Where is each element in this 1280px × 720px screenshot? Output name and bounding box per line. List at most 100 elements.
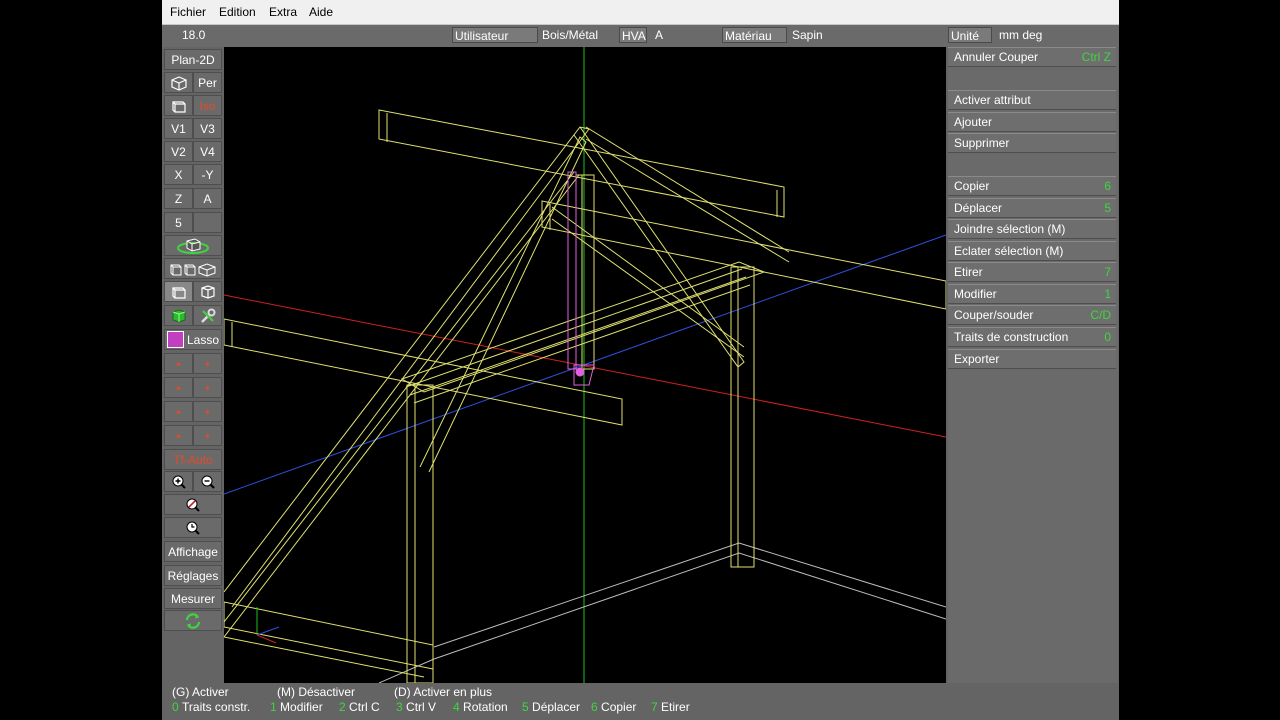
menu-edition[interactable]: Edition: [219, 5, 256, 19]
command-panel: Annuler Couper Ctrl Z Activer attribut Aj…: [948, 47, 1118, 683]
plan2d-button[interactable]: Plan-2D: [164, 49, 222, 70]
five-view-button[interactable]: 5: [164, 212, 193, 233]
shortcut-label: Rotation: [463, 700, 508, 714]
green-cube-icon[interactable]: [164, 305, 193, 326]
etirer-button[interactable]: Etirer 7: [948, 262, 1116, 282]
supprimer-button[interactable]: Supprimer: [948, 133, 1116, 153]
shortcut-label: Copier: [601, 700, 637, 714]
activer-attribut-button[interactable]: Activer attribut: [948, 90, 1116, 110]
annuler-shortcut: Ctrl Z: [1081, 50, 1111, 64]
etirer-label: Etirer: [954, 265, 983, 279]
zoom-out-icon[interactable]: [193, 471, 222, 492]
disabled-tool-icon[interactable]: ▪: [193, 425, 222, 446]
tools-icon[interactable]: [193, 305, 222, 326]
unit-field[interactable]: Unité: [948, 27, 992, 43]
copier-label: Copier: [954, 179, 990, 193]
deplacer-label: Déplacer: [954, 201, 1003, 215]
zoom-in-icon[interactable]: [164, 471, 193, 492]
shortcut-key: 5: [522, 700, 529, 714]
menu-fichier[interactable]: Fichier: [170, 5, 206, 19]
eclater-selection-button[interactable]: Eclater sélection (M): [948, 241, 1116, 261]
v3-button[interactable]: V3: [193, 118, 222, 139]
wireframe-model: [224, 47, 946, 683]
ajouter-button[interactable]: Ajouter: [948, 112, 1116, 132]
3d-viewport[interactable]: [224, 47, 946, 683]
annuler-label: Annuler Couper: [954, 50, 1039, 64]
modifier-button[interactable]: Modifier 1: [948, 284, 1116, 304]
hint-m-desactiver: (M) Désactiver: [277, 685, 356, 699]
multi-view-cubes-icon[interactable]: [164, 258, 222, 279]
shortcut-key: 0: [172, 700, 179, 714]
shortcut-key: 2: [339, 700, 346, 714]
joindre-selection-button[interactable]: Joindre sélection (M): [948, 219, 1116, 239]
wireframe-cube-icon[interactable]: [164, 281, 193, 302]
zoom-clock-icon[interactable]: [164, 517, 222, 538]
shortcut-hint: 0 Traits constr.: [172, 700, 250, 714]
empty-view-slot: [193, 212, 222, 233]
disabled-tool-icon[interactable]: ▪: [164, 401, 193, 422]
iso-button[interactable]: Iso: [193, 95, 222, 116]
tf-auto-button[interactable]: Tf-Auto: [164, 449, 222, 470]
modifier-shortcut: 1: [1104, 287, 1111, 301]
hint-d-activer-plus: (D) Activer en plus: [394, 685, 493, 699]
shortcut-key: 6: [591, 700, 598, 714]
affichage-button[interactable]: Affichage: [164, 541, 222, 562]
user-field[interactable]: Utilisateur: [452, 27, 538, 43]
status-bar: (G) Activer (M) Désactiver (D) Activer e…: [162, 683, 1119, 720]
couper-shortcut: C/D: [1090, 308, 1111, 322]
x-view-button[interactable]: X: [164, 164, 193, 185]
perspective-cube-icon[interactable]: [164, 72, 193, 93]
exporter-button[interactable]: Exporter: [948, 349, 1116, 369]
annuler-button[interactable]: Annuler Couper Ctrl Z: [948, 47, 1116, 67]
per-button[interactable]: Per: [193, 72, 222, 93]
shortcut-key: 4: [453, 700, 460, 714]
v1-button[interactable]: V1: [164, 118, 193, 139]
etirer-shortcut: 7: [1104, 265, 1111, 279]
shortcut-label: Traits constr.: [182, 700, 251, 714]
deplacer-button[interactable]: Déplacer 5: [948, 198, 1116, 218]
hva-field[interactable]: HVA: [619, 27, 647, 43]
material-field[interactable]: Matériau: [722, 27, 787, 43]
shortcut-hint: 1 Modifier: [270, 700, 323, 714]
reglages-button[interactable]: Réglages: [164, 565, 222, 586]
v2-button[interactable]: V2: [164, 141, 193, 162]
neg-y-view-button[interactable]: -Y: [193, 164, 222, 185]
disabled-tool-icon[interactable]: ▪: [164, 353, 193, 374]
zoom-fit-icon[interactable]: [164, 494, 222, 515]
refresh-icon[interactable]: [164, 610, 222, 631]
menu-extra[interactable]: Extra: [269, 5, 297, 19]
traits-construction-button[interactable]: Traits de construction 0: [948, 327, 1116, 347]
floor-outline: [378, 542, 946, 683]
rotate-cube-icon[interactable]: [164, 235, 222, 256]
a-view-button[interactable]: A: [193, 188, 222, 209]
copier-button[interactable]: Copier 6: [948, 176, 1116, 196]
disabled-tool-icon[interactable]: ▪: [193, 353, 222, 374]
copier-shortcut: 6: [1104, 179, 1111, 193]
menu-bar: Fichier Edition Extra Aide: [162, 0, 1119, 25]
shortcut-hint: 6 Copier: [591, 700, 636, 714]
shortcut-label: Déplacer: [532, 700, 581, 714]
disabled-tool-icon[interactable]: ▪: [193, 401, 222, 422]
couper-label: Couper/souder: [954, 308, 1034, 322]
lasso-icon: [167, 331, 184, 348]
disabled-tool-icon[interactable]: ▪: [164, 377, 193, 398]
couper-souder-button[interactable]: Couper/souder C/D: [948, 305, 1116, 325]
hint-g-activer: (G) Activer: [172, 685, 229, 699]
z-view-button[interactable]: Z: [164, 188, 193, 209]
hva-value: A: [655, 28, 664, 42]
mesurer-button[interactable]: Mesurer: [164, 588, 222, 609]
lasso-button[interactable]: Lasso: [164, 329, 222, 350]
shortcut-key: 7: [651, 700, 658, 714]
deplacer-shortcut: 5: [1104, 201, 1111, 215]
v4-button[interactable]: V4: [193, 141, 222, 162]
traits-shortcut: 0: [1104, 330, 1111, 344]
shortcut-key: 3: [396, 700, 403, 714]
disabled-tool-icon[interactable]: ▪: [193, 377, 222, 398]
iso-cube-icon[interactable]: [164, 95, 193, 116]
disabled-tool-icon[interactable]: ▪: [164, 425, 193, 446]
solid-cube-icon[interactable]: [193, 281, 222, 302]
menu-aide[interactable]: Aide: [309, 5, 333, 19]
app-window: Fichier Edition Extra Aide 18.0 Utilisat…: [162, 0, 1119, 720]
property-bar: 18.0 Utilisateur Bois/Métal HVA A Matéri…: [162, 25, 1119, 47]
lasso-label: Lasso: [187, 332, 220, 347]
